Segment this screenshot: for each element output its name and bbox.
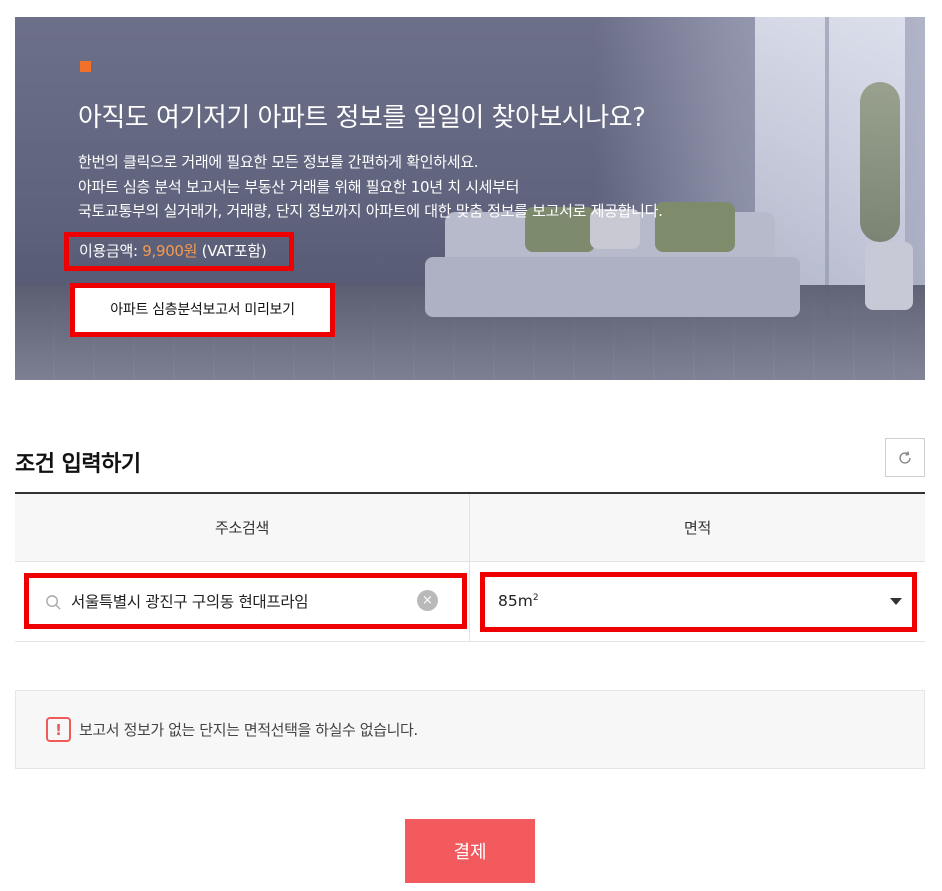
hero-content: 아직도 여기저기 아파트 정보를 일일이 찾아보시나요? 한번의 클릭으로 거래… <box>15 17 925 380</box>
notice-box: ! 보고서 정보가 없는 단지는 면적선택을 하실수 없습니다. <box>15 690 925 769</box>
hero-title: 아직도 여기저기 아파트 정보를 일일이 찾아보시나요? <box>78 103 646 133</box>
hero-description-line: 국토교통부의 실거래가, 거래량, 단지 정보까지 아파트에 대한 맞춤 정보를… <box>78 202 663 220</box>
report-preview-button[interactable]: 아파트 심층분석보고서 미리보기 <box>75 288 330 332</box>
condition-form-table: 주소검색 면적 × 85m2 <box>15 492 925 642</box>
header-area: 면적 <box>683 519 711 537</box>
header-address: 주소검색 <box>15 494 470 561</box>
search-icon <box>46 595 61 610</box>
hero-description-line: 아파트 심층 분석 보고서는 부동산 거래를 위해 필요한 10년 치 시세부터 <box>78 177 520 196</box>
price-label: 이용금액: <box>79 242 143 260</box>
hero-description-line: 한번의 클릭으로 거래에 필요한 모든 정보를 간편하게 확인하세요. <box>78 153 479 171</box>
section-title: 조건 입력하기 <box>15 452 141 477</box>
address-search-box: × <box>24 573 467 629</box>
clear-icon[interactable]: × <box>417 590 438 611</box>
price-amount: 9,900원 <box>142 242 198 260</box>
price-vat: (VAT포함) <box>197 242 267 260</box>
table-header-row: 주소검색 면적 <box>15 494 925 562</box>
hero-description: 한번의 클릭으로 거래에 필요한 모든 정보를 간편하게 확인하세요. 아파트 … <box>78 150 663 224</box>
hero-banner: 아직도 여기저기 아파트 정보를 일일이 찾아보시나요? 한번의 클릭으로 거래… <box>15 17 925 380</box>
area-unit-superscript: 2 <box>532 592 539 603</box>
area-select[interactable]: 85m2 <box>480 572 917 632</box>
area-number: 85 <box>498 592 518 610</box>
price-info: 이용금액: 9,900원 (VAT포함) <box>64 232 294 271</box>
refresh-icon <box>899 450 911 464</box>
alert-icon: ! <box>46 717 71 742</box>
table-input-row: × 85m2 <box>15 562 925 642</box>
reset-button[interactable] <box>885 438 925 477</box>
notice-text: 보고서 정보가 없는 단지는 면적선택을 하실수 없습니다. <box>79 721 418 739</box>
address-search-input[interactable] <box>71 586 411 616</box>
area-unit: m <box>517 592 533 610</box>
area-cell: 85m2 <box>470 562 925 641</box>
address-cell: × <box>15 562 470 641</box>
dropdown-arrow-icon <box>890 598 902 605</box>
preview-button-container: 아파트 심층분석보고서 미리보기 <box>70 283 335 337</box>
area-select-value: 85m2 <box>498 592 539 610</box>
accent-square-icon <box>80 61 91 72</box>
pay-button[interactable]: 결제 <box>405 819 535 883</box>
